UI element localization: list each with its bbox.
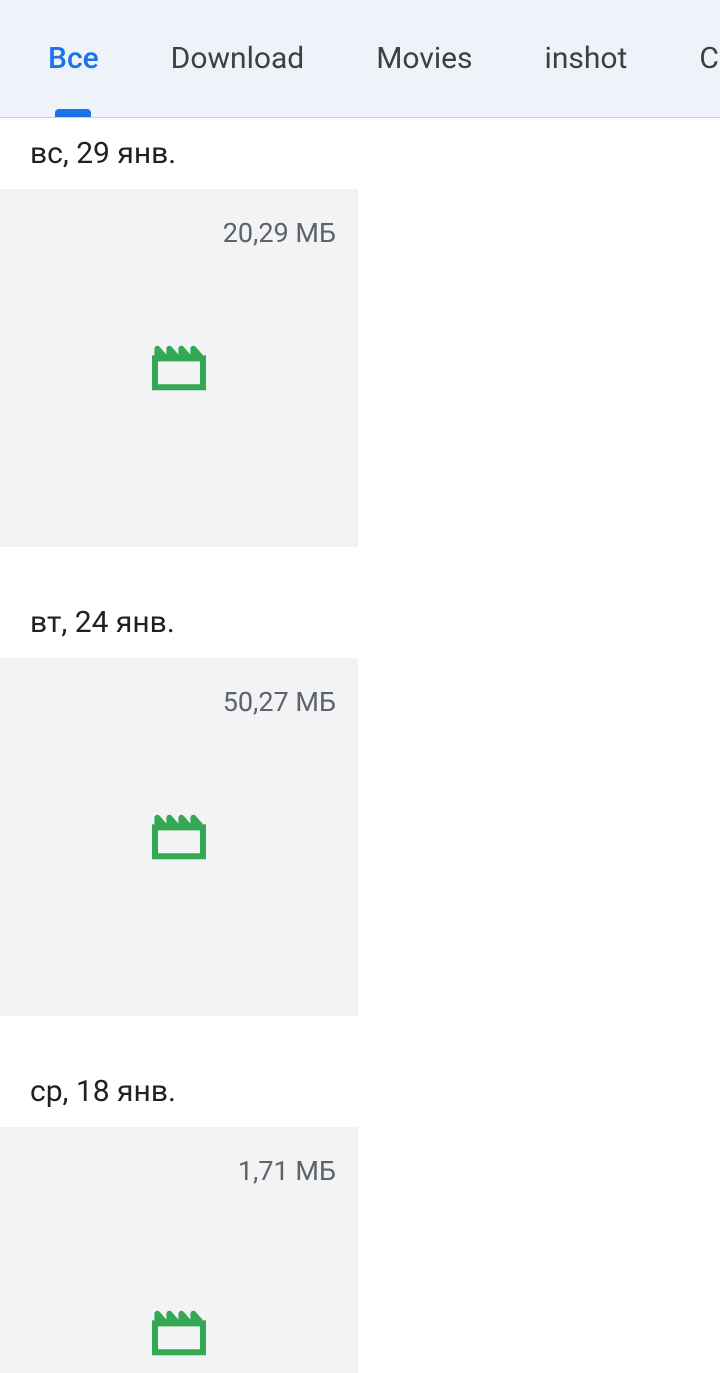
video-tile[interactable]: 1,71 МБ	[0, 1127, 358, 1373]
tab-movies[interactable]: Movies	[376, 0, 472, 117]
file-group: ср, 18 янв. 1,71 МБ	[0, 1056, 720, 1373]
file-size-label: 1,71 МБ	[238, 1155, 336, 1187]
file-group: вс, 29 янв. 20,29 МБ	[0, 118, 720, 547]
date-header: ср, 18 янв.	[0, 1056, 720, 1127]
video-tile[interactable]: 20,29 МБ	[0, 189, 358, 547]
file-size-label: 50,27 МБ	[223, 686, 336, 718]
file-group: вт, 24 янв. 50,27 МБ	[0, 587, 720, 1016]
tab-all[interactable]: Все	[48, 0, 99, 117]
date-header: вс, 29 янв.	[0, 118, 720, 189]
video-tile[interactable]: 50,27 МБ	[0, 658, 358, 1016]
tab-bar: Все Download Movies inshot Camera	[0, 0, 720, 118]
tab-inshot[interactable]: inshot	[545, 0, 628, 117]
movie-icon	[150, 813, 208, 861]
date-header: вт, 24 янв.	[0, 587, 720, 658]
tab-download[interactable]: Download	[171, 0, 305, 117]
tab-camera[interactable]: Camera	[699, 0, 720, 117]
content-area: вс, 29 янв. 20,29 МБ вт, 24 янв. 50,27 М…	[0, 118, 720, 1373]
file-size-label: 20,29 МБ	[223, 217, 336, 249]
movie-icon	[150, 344, 208, 392]
